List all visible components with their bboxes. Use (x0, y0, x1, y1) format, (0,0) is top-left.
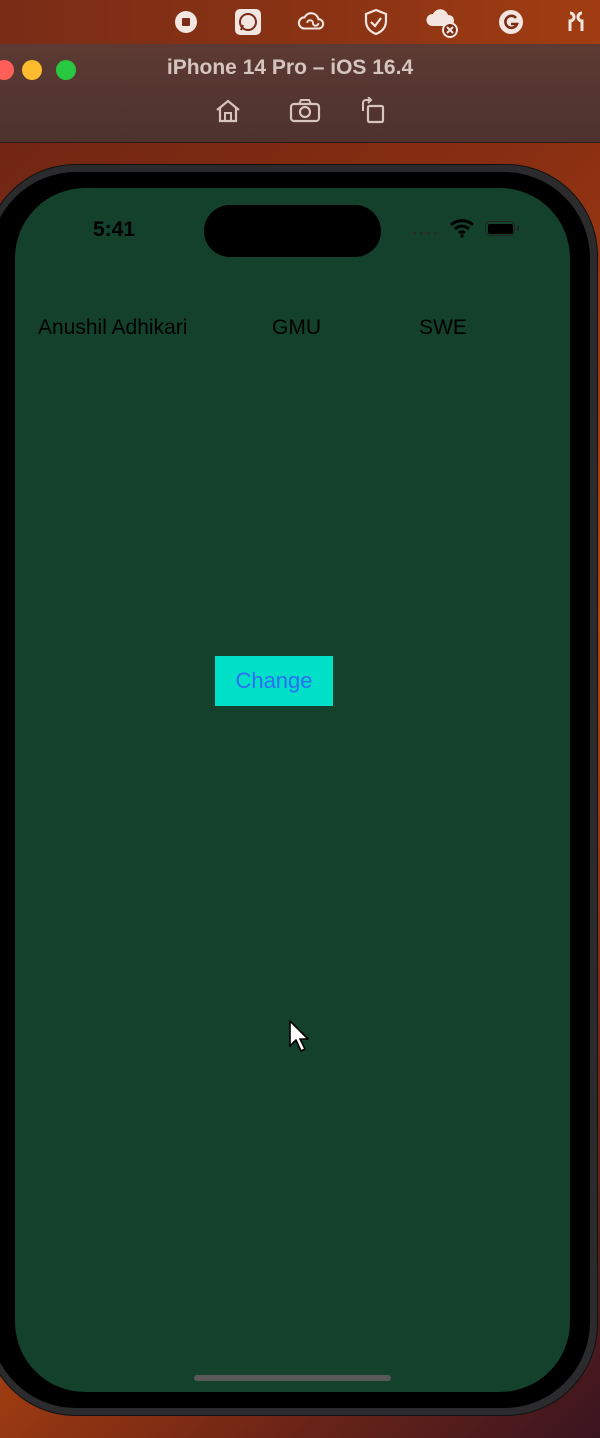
vpn-shield-icon[interactable] (362, 8, 390, 36)
school-label: GMU (272, 316, 321, 339)
airpods-icon[interactable] (562, 8, 590, 36)
rotate-icon[interactable] (356, 96, 390, 126)
mouse-cursor-icon (289, 1020, 311, 1059)
wifi-icon (449, 218, 475, 243)
window-title: iPhone 14 Pro – iOS 16.4 (166, 56, 414, 79)
change-button[interactable]: Change (215, 656, 333, 706)
home-indicator[interactable] (194, 1375, 391, 1381)
status-time: 5:41 (93, 218, 136, 241)
screenshot-icon[interactable] (288, 96, 322, 126)
name-label: Anushil Adhikari (38, 316, 188, 339)
record-stop-icon[interactable] (172, 8, 200, 36)
cloud-error-icon[interactable] (424, 8, 460, 38)
creative-cloud-icon[interactable] (297, 8, 325, 36)
macos-menu-bar (0, 0, 600, 44)
grammarly-icon[interactable] (497, 8, 525, 36)
whatsapp-icon[interactable] (234, 8, 262, 36)
battery-icon (485, 221, 519, 236)
major-label: SWE (419, 316, 467, 339)
home-icon[interactable] (211, 96, 245, 126)
dynamic-island (204, 205, 381, 257)
simulator-title-bar: iPhone 14 Pro – iOS 16.4 (0, 44, 600, 143)
cellular-signal-icon (413, 232, 437, 235)
phone-screen: 5:41 Anushil Adhikari GMU SWE Change (15, 188, 570, 1392)
